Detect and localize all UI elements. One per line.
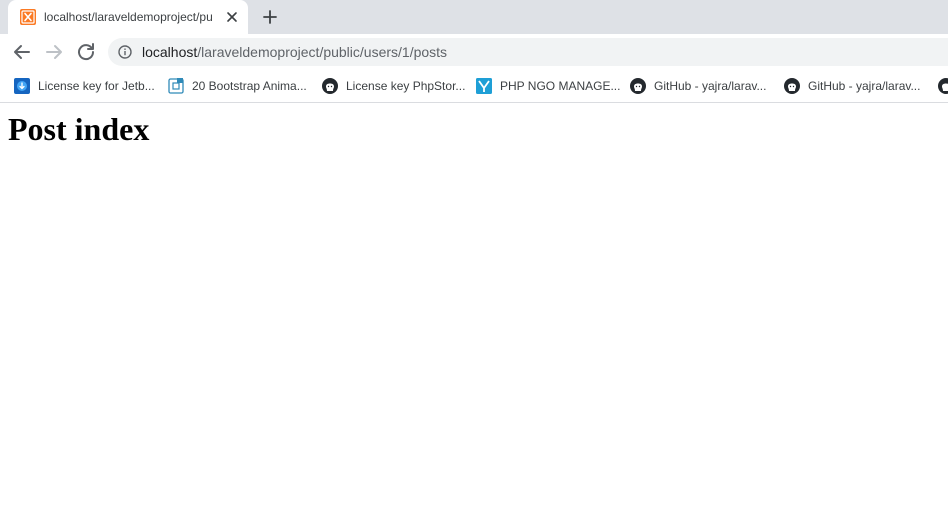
browser-toolbar: localhost/laraveldemoproject/public/user… <box>0 34 948 70</box>
ngo-icon <box>476 78 492 94</box>
reload-icon[interactable] <box>74 40 98 64</box>
github-icon <box>938 78 948 94</box>
github-icon <box>784 78 800 94</box>
url-text[interactable]: localhost/laraveldemoproject/public/user… <box>142 38 447 66</box>
github-icon <box>322 78 338 94</box>
bootstrap-page-icon <box>168 78 184 94</box>
close-icon[interactable] <box>225 10 239 24</box>
jetbrains-icon <box>14 78 30 94</box>
address-bar[interactable]: localhost/laraveldemoproject/public/user… <box>108 38 948 66</box>
page-content: Post index <box>0 103 948 527</box>
bookmark-label: PHP NGO MANAGE... <box>500 79 621 93</box>
browser-tab[interactable]: localhost/laraveldemoproject/pu <box>8 0 248 34</box>
bookmark-label: GitHub - yajra/larav... <box>808 79 921 93</box>
tab-strip: localhost/laraveldemoproject/pu <box>0 0 948 34</box>
tab-title: localhost/laraveldemoproject/pu <box>44 10 213 24</box>
new-tab-plus-icon[interactable] <box>258 5 282 29</box>
xampp-icon <box>20 9 36 25</box>
url-path: /laraveldemoproject/public/users/1/posts <box>197 44 448 60</box>
github-icon <box>630 78 646 94</box>
page-title: Post index <box>8 111 150 147</box>
url-host: localhost <box>142 44 198 60</box>
bookmark-label: 20 Bootstrap Anima... <box>192 79 307 93</box>
forward-arrow-icon[interactable] <box>42 40 66 64</box>
bookmark-label: GitHub - yajra/larav... <box>654 79 767 93</box>
bookmark-label: License key for Jetb... <box>38 79 155 93</box>
info-icon[interactable] <box>118 45 132 59</box>
bookmarks-bar: License key for Jetb... 20 Bootstrap Ani… <box>0 70 948 103</box>
bookmark-label: License key PhpStor... <box>346 79 466 93</box>
back-arrow-icon[interactable] <box>10 40 34 64</box>
